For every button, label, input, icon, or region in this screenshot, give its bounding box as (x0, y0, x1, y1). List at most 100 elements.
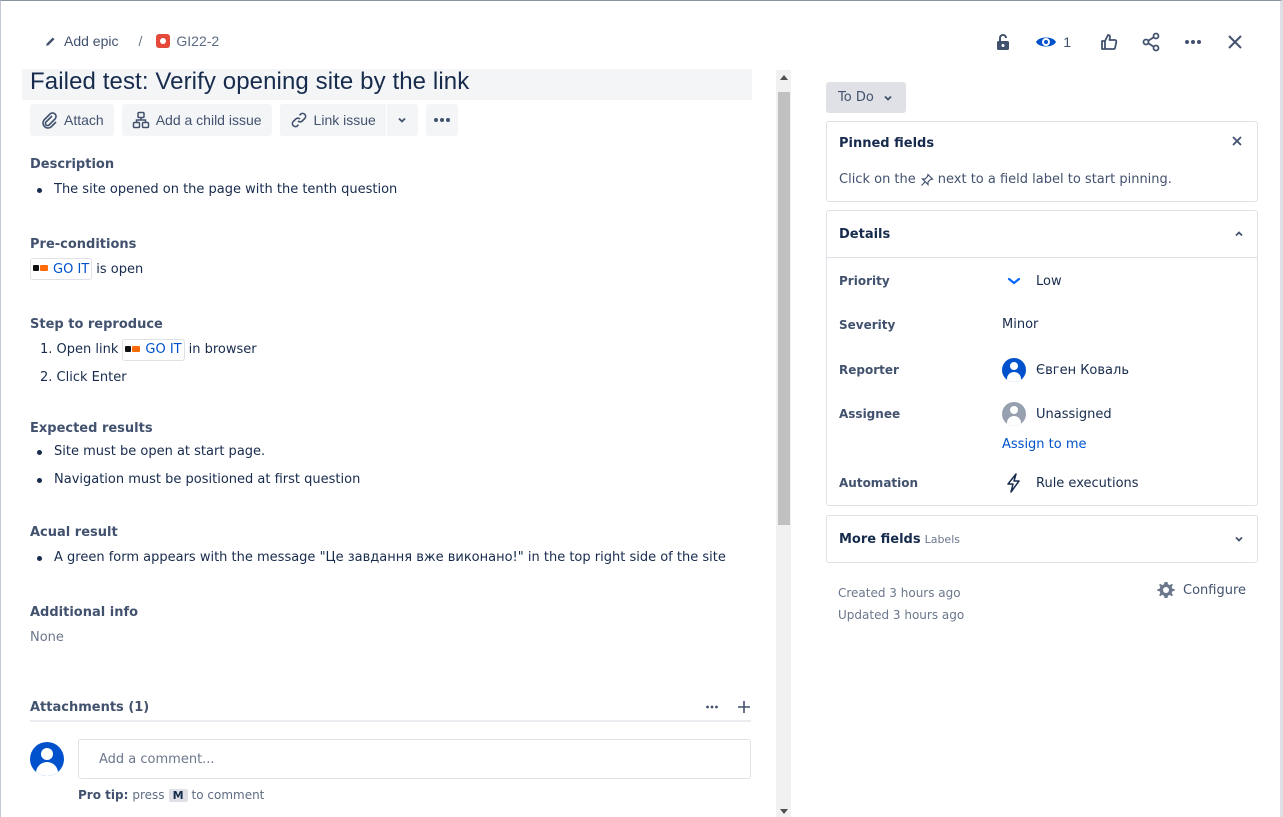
add-epic-button[interactable]: Add epic (44, 33, 118, 49)
main-scrollbar[interactable] (776, 70, 791, 817)
watch-button[interactable]: 1 (1035, 31, 1071, 53)
pro-tip: Pro tip: press M to comment (78, 788, 264, 802)
preconditions-heading: Pre-conditions (30, 237, 137, 252)
additional-section[interactable]: Additional info None (30, 605, 138, 645)
assignee-label: Assignee (839, 407, 901, 421)
header-actions: 1 (977, 26, 1251, 58)
add-child-issue-button[interactable]: Add a child issue (121, 104, 272, 136)
list-item: Site must be open at start page. (30, 442, 360, 470)
close-button[interactable] (1219, 26, 1251, 58)
severity-value: Minor (1002, 317, 1039, 332)
close-pinned-button[interactable] (1231, 134, 1243, 152)
list-item: 2. Click Enter (30, 364, 257, 392)
assign-to-me-link[interactable]: Assign to me (1002, 437, 1087, 452)
reporter-label: Reporter (839, 363, 899, 377)
attachments-label: Attachments (1) (30, 700, 150, 715)
preconditions-suffix: is open (96, 261, 144, 277)
lightning-icon (1007, 473, 1020, 493)
created-timestamp: Created 3 hours ago (838, 586, 961, 600)
list-item: 1. Open link GO IT in browser (30, 336, 257, 364)
scrollbar-thumb[interactable] (778, 92, 790, 525)
attach-label: Attach (64, 112, 104, 128)
assignee-value: Unassigned (1036, 406, 1112, 422)
priority-field[interactable]: Priority Low (839, 273, 1249, 289)
more-icon[interactable] (705, 700, 719, 714)
severity-label: Severity (839, 317, 896, 332)
pinned-fields-title: Pinned fields (839, 136, 935, 151)
more-icon (433, 118, 450, 122)
additional-heading: Additional info (30, 605, 139, 620)
attachments-header: Attachments (1) (30, 700, 751, 722)
pinned-fields-panel: Pinned fields Click on the next to a fie… (826, 121, 1258, 202)
pinned-hint-before: Click on the (839, 172, 916, 187)
details-panel: Details Priority Low Severity Minor Repo… (826, 210, 1258, 506)
paperclip-icon (42, 112, 57, 129)
more-actions-button[interactable] (1177, 26, 1209, 58)
pro-tip-text-1: press (132, 788, 165, 802)
more-icon (1185, 40, 1201, 44)
go-it-link-label: GO IT (53, 261, 90, 277)
scroll-up-icon[interactable] (780, 75, 788, 80)
issue-toolbar: Attach Add a child issue Link issue (30, 104, 458, 136)
expected-section[interactable]: Expected results Site must be open at st… (30, 421, 360, 498)
additional-value: None (30, 630, 64, 645)
assignee-field[interactable]: Assignee Unassigned (839, 402, 1249, 426)
priority-value: Low (1036, 273, 1062, 289)
add-icon[interactable] (737, 700, 751, 714)
steps-heading: Step to reproduce (30, 317, 163, 332)
reporter-field[interactable]: Reporter Євген Коваль (839, 358, 1249, 382)
share-icon (1142, 32, 1160, 52)
priority-low-icon (1007, 277, 1021, 285)
chevron-down-icon (398, 117, 406, 123)
status-label: To Do (838, 90, 874, 105)
severity-field[interactable]: Severity Minor (839, 317, 1249, 332)
bug-icon (156, 34, 171, 48)
link-issue-dropdown[interactable] (385, 104, 418, 136)
details-header[interactable]: Details (827, 211, 1257, 258)
issue-key-link[interactable]: GI22-2 (176, 33, 219, 49)
hierarchy-icon (132, 111, 149, 129)
description-section[interactable]: Description The site opened on the page … (30, 157, 397, 208)
actual-section[interactable]: Acual result A green form appears with t… (30, 525, 726, 576)
preconditions-section[interactable]: Pre-conditions GO IT is open (30, 237, 143, 280)
share-button[interactable] (1135, 26, 1167, 58)
go-it-link[interactable]: GO IT (30, 258, 93, 280)
link-issue-group: Link issue (279, 104, 418, 136)
automation-label: Automation (839, 476, 919, 490)
link-issue-button[interactable]: Link issue (279, 104, 386, 136)
automation-field[interactable]: Automation Rule executions (839, 473, 1249, 493)
toolbar-more-button[interactable] (425, 104, 458, 136)
avatar (30, 742, 64, 776)
more-fields-title: More fields (839, 531, 921, 547)
scroll-down-icon[interactable] (780, 809, 788, 814)
like-button[interactable] (1093, 26, 1125, 58)
chevron-down-icon (884, 95, 892, 101)
avatar (1002, 358, 1026, 382)
more-fields-sub: Labels (924, 532, 960, 546)
add-child-label: Add a child issue (155, 112, 262, 128)
comment-input[interactable]: Add a comment... (78, 739, 751, 779)
issue-title[interactable]: Failed test: Verify opening site by the … (22, 69, 752, 100)
pro-tip-text-2: to comment (191, 788, 265, 802)
steps-list: 1. Open link GO IT in browser 2. Click E… (30, 336, 257, 392)
pro-tip-label: Pro tip: (78, 788, 129, 802)
configure-button[interactable]: Configure (1156, 580, 1246, 600)
breadcrumb-separator: / (138, 33, 143, 49)
unlock-icon (997, 34, 1010, 50)
attach-button[interactable]: Attach (30, 104, 114, 136)
pinned-fields-hint: Click on the next to a field label to st… (839, 172, 1172, 187)
more-fields-panel[interactable]: More fields Labels (826, 515, 1258, 563)
description-list: The site opened on the page with the ten… (30, 180, 397, 208)
go-it-link-label: GO IT (145, 342, 182, 357)
steps-section[interactable]: Step to reproduce 1. Open link GO IT in … (30, 317, 257, 392)
list-item: A green form appears with the message "Ц… (30, 548, 726, 576)
step-1-suffix: in browser (188, 342, 257, 357)
step-2-text: 2. Click Enter (40, 370, 127, 385)
details-title: Details (839, 226, 891, 242)
pencil-icon (46, 37, 55, 46)
restrictions-button[interactable] (987, 26, 1019, 58)
list-item: The site opened on the page with the ten… (30, 180, 397, 208)
watch-count: 1 (1063, 34, 1071, 50)
status-dropdown[interactable]: To Do (826, 82, 906, 113)
go-it-link[interactable]: GO IT (122, 339, 185, 361)
